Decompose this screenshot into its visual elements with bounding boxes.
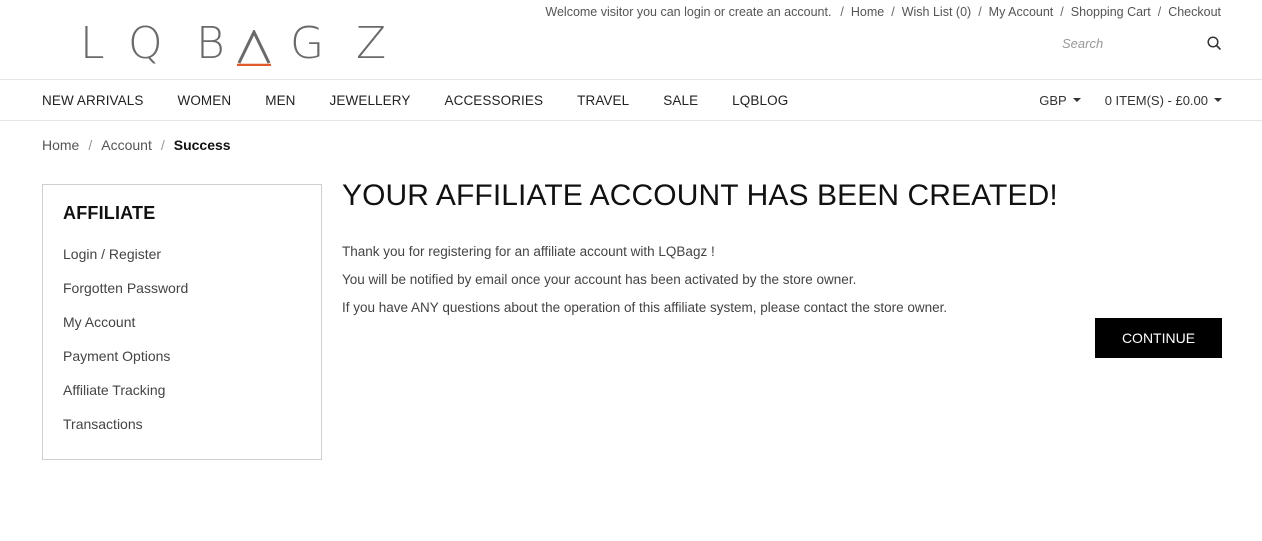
top-link-checkout[interactable]: Checkout — [1168, 5, 1221, 19]
nav-item-jewellery[interactable]: JEWELLERY — [330, 93, 411, 108]
sidebar-item-forgotten-password[interactable]: Forgotten Password — [63, 280, 301, 314]
search-input[interactable] — [1054, 35, 1194, 51]
logo-letter: B — [196, 18, 225, 69]
top-link-home[interactable]: Home — [851, 5, 884, 19]
currency-dropdown[interactable]: GBP — [1039, 92, 1081, 108]
link-separator: / — [1060, 5, 1064, 19]
page-title: YOUR AFFILIATE ACCOUNT HAS BEEN CREATED! — [342, 179, 1058, 212]
logo-letter: G — [290, 18, 325, 69]
sidebar-title: AFFILIATE — [63, 203, 156, 223]
sidebar-item-my-account[interactable]: My Account — [63, 314, 301, 348]
nav-utilities: GBP 0 ITEM(S) - £0.00 — [1039, 80, 1222, 120]
sidebar-item-login-register[interactable]: Login / Register — [63, 246, 301, 280]
search-box — [1054, 31, 1222, 55]
search-icon[interactable] — [1206, 35, 1222, 51]
sidebar-item-affiliate-tracking[interactable]: Affiliate Tracking — [63, 382, 301, 416]
breadcrumb-home[interactable]: Home — [42, 137, 79, 153]
breadcrumb-separator: / — [160, 137, 165, 153]
success-message-line: Thank you for registering for an affilia… — [342, 244, 715, 259]
nav-item-lqblog[interactable]: LQBLOG — [732, 93, 788, 108]
logo-letter: L — [80, 18, 105, 69]
nav-menu: NEW ARRIVALS WOMEN MEN JEWELLERY ACCESSO… — [42, 80, 822, 120]
nav-item-women[interactable]: WOMEN — [177, 93, 231, 108]
welcome-text: Welcome visitor you can login or create … — [545, 5, 832, 19]
main-content: YOUR AFFILIATE ACCOUNT HAS BEEN CREATED!… — [342, 178, 1222, 358]
link-separator: / — [891, 5, 895, 19]
currency-label: GBP — [1039, 92, 1067, 108]
caret-down-icon — [1214, 98, 1222, 102]
breadcrumb-account[interactable]: Account — [101, 137, 152, 153]
breadcrumb: Home / Account / Success — [42, 137, 231, 153]
nav-item-sale[interactable]: SALE — [663, 93, 698, 108]
caret-down-icon — [1072, 98, 1081, 102]
main-navigation: NEW ARRIVALS WOMEN MEN JEWELLERY ACCESSO… — [0, 80, 1262, 121]
success-message-line: You will be notified by email once your … — [342, 272, 857, 287]
logo-letter-a-icon — [237, 30, 271, 66]
link-separator: / — [840, 5, 844, 19]
top-link-shopping-cart[interactable]: Shopping Cart — [1071, 5, 1151, 19]
sidebar-list: Login / Register Forgotten Password My A… — [63, 246, 301, 450]
cart-dropdown[interactable]: 0 ITEM(S) - £0.00 — [1105, 93, 1222, 108]
site-header: L Q B G Z Welcome visitor you can login … — [0, 0, 1262, 80]
sidebar-item-transactions[interactable]: Transactions — [63, 416, 301, 450]
nav-item-new-arrivals[interactable]: NEW ARRIVALS — [42, 93, 143, 108]
continue-button[interactable]: CONTINUE — [1095, 318, 1222, 358]
affiliate-sidebar: AFFILIATE Login / Register Forgotten Pas… — [42, 184, 322, 460]
breadcrumb-separator: / — [88, 137, 93, 153]
nav-item-travel[interactable]: TRAVEL — [577, 93, 629, 108]
cart-summary: 0 ITEM(S) - £0.00 — [1104, 92, 1208, 108]
logo-letter: Q — [128, 18, 163, 69]
top-link-my-account[interactable]: My Account — [989, 5, 1054, 19]
nav-item-accessories[interactable]: ACCESSORIES — [444, 93, 543, 108]
logo-letter: Z — [356, 18, 387, 69]
link-separator: / — [978, 5, 982, 19]
link-separator: / — [1157, 5, 1162, 19]
top-link-wishlist[interactable]: Wish List (0) — [902, 5, 971, 19]
success-message-line: If you have ANY questions about the oper… — [342, 300, 948, 315]
breadcrumb-current[interactable]: Success — [174, 137, 231, 153]
top-links: Welcome visitor you can login or create … — [545, 5, 1221, 19]
sidebar-item-payment-options[interactable]: Payment Options — [63, 348, 301, 382]
nav-item-men[interactable]: MEN — [265, 93, 295, 108]
